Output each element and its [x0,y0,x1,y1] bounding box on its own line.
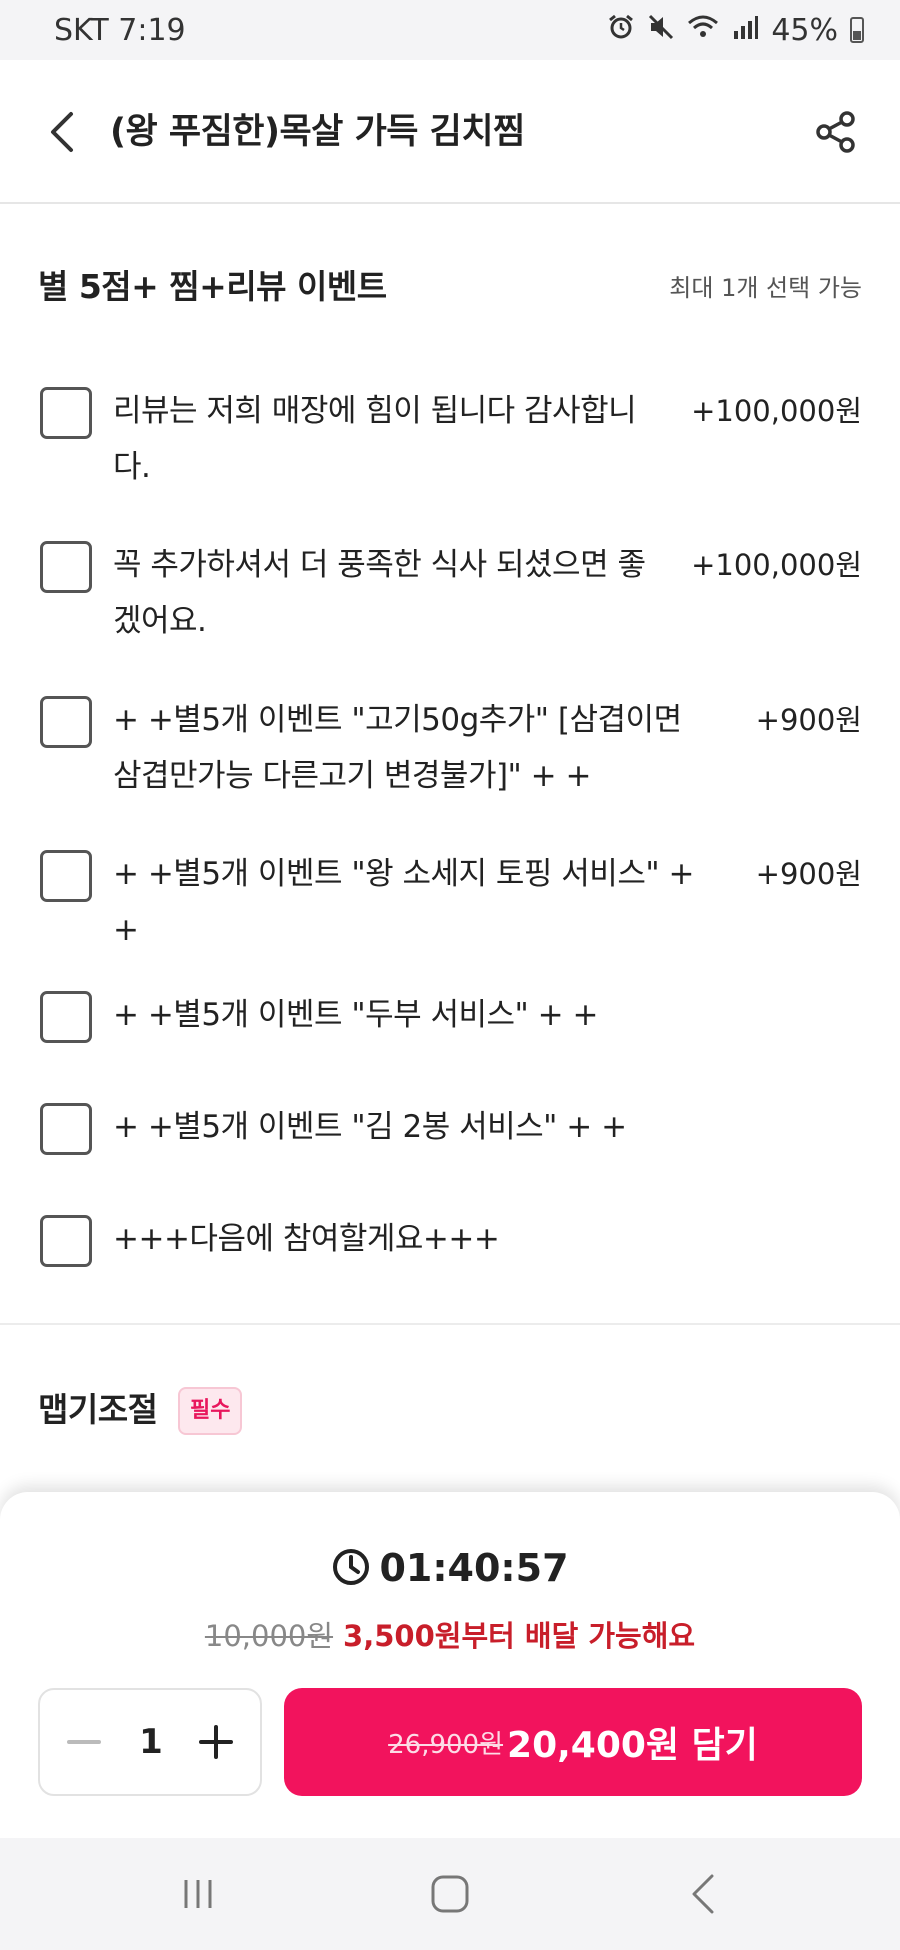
system-back-button[interactable] [668,1866,738,1922]
option-item[interactable]: + +별5개 이벤트 "왕 소세지 토핑 서비스" + + +900원 [0,846,900,958]
plus-icon [199,1725,233,1759]
option-price: +900원 [755,703,862,737]
option-group-limit: 최대 1개 선택 가능 [669,274,862,302]
back-button[interactable] [40,104,84,160]
option-item[interactable]: 리뷰는 저희 매장에 힘이 됩니다 감사합니다. +100,000원 [0,383,900,495]
option-checkbox[interactable] [40,696,92,748]
option-item[interactable]: + +별5개 이벤트 "김 2봉 서비스" + + [0,1099,900,1159]
option-label: 꼭 추가하셔서 더 풍족한 식사 되셨으면 좋겠어요. [113,547,646,639]
timer-value: 01:40:57 [379,1546,569,1590]
status-bar: SKT 7:19 45% [0,0,900,60]
option-label: + +별5개 이벤트 "고기50g추가" [삼겹이면 삼겹만가능 다른고기 변경… [113,702,682,794]
original-price: 26,900원 [388,1729,504,1760]
option-item[interactable]: + +별5개 이벤트 "고기50g추가" [삼겹이면 삼겹만가능 다른고기 변경… [0,692,900,804]
option-checkbox[interactable] [40,1103,92,1155]
battery-icon [850,17,864,43]
quantity-value: 1 [139,1722,163,1762]
option-label: + +별5개 이벤트 "왕 소세지 토핑 서비스" + + [113,856,694,948]
signal-icon [731,13,759,48]
spicy-group-title: 맵기조절 [38,1390,158,1429]
delivery-fee-note: 10,000원 3,500원부터 배달 가능해요 [0,1614,900,1658]
option-checkbox[interactable] [40,541,92,593]
option-checkbox[interactable] [40,991,92,1043]
share-button[interactable] [808,104,864,160]
option-group-title: 별 5점+ 찜+리뷰 이벤트 [38,267,387,306]
system-back-icon [692,1874,714,1914]
required-badge: 필수 [178,1387,243,1435]
minus-icon [67,1740,101,1744]
option-price: +900원 [755,857,862,891]
recent-apps-button[interactable] [163,1866,233,1922]
option-checkbox[interactable] [40,387,92,439]
recent-apps-icon [184,1880,212,1908]
increase-button[interactable] [182,1708,250,1776]
battery-percent: 45% [771,12,838,48]
new-delivery-fee: 3,500원부터 배달 가능해요 [343,1619,696,1653]
back-arrow-icon [51,112,73,152]
option-item[interactable]: + +별5개 이벤트 "두부 서비스" + + [0,987,900,1047]
option-price: +100,000원 [691,394,862,428]
system-nav-bar [0,1838,900,1950]
option-group-header: 별 5점+ 찜+리뷰 이벤트 최대 1개 선택 가능 [0,262,900,312]
option-checkbox[interactable] [40,850,92,902]
option-label: + +별5개 이벤트 "두부 서비스" + + [113,997,598,1033]
wifi-icon [687,13,719,48]
option-label: + +별5개 이벤트 "김 2봉 서비스" + + [113,1109,627,1145]
clock-icon [331,1547,371,1600]
section-divider [0,1323,900,1325]
alarm-icon [607,13,635,48]
decrease-button[interactable] [50,1708,118,1776]
home-icon [431,1875,469,1913]
option-item[interactable]: +++다음에 참여할게요+++ [0,1211,900,1271]
option-label: 리뷰는 저희 매장에 힘이 됩니다 감사합니다. [113,393,637,485]
page-title: (왕 푸짐한)목살 가득 김치찜 [110,112,525,152]
option-price: +100,000원 [691,548,862,582]
add-to-cart-button[interactable]: 26,900원 20,400원 담기 [284,1688,862,1796]
status-icons: 45% [607,13,864,48]
carrier-time: SKT 7:19 [54,12,186,48]
old-delivery-fee: 10,000원 [204,1619,334,1653]
share-icon [816,111,855,153]
option-label: +++다음에 참여할게요+++ [113,1221,500,1257]
option-item[interactable]: 꼭 추가하셔서 더 풍족한 식사 되셨으면 좋겠어요. +100,000원 [0,537,900,649]
quantity-stepper: 1 [38,1688,262,1796]
add-to-cart-label: 20,400원 담기 [507,1725,758,1766]
order-timer: 01:40:57 [0,1542,900,1600]
header: (왕 푸짐한)목살 가득 김치찜 [0,60,900,204]
bottom-sheet: 01:40:57 10,000원 3,500원부터 배달 가능해요 1 26,90… [0,1492,900,1838]
mute-icon [647,13,675,48]
option-checkbox[interactable] [40,1215,92,1267]
home-button[interactable] [415,1866,485,1922]
